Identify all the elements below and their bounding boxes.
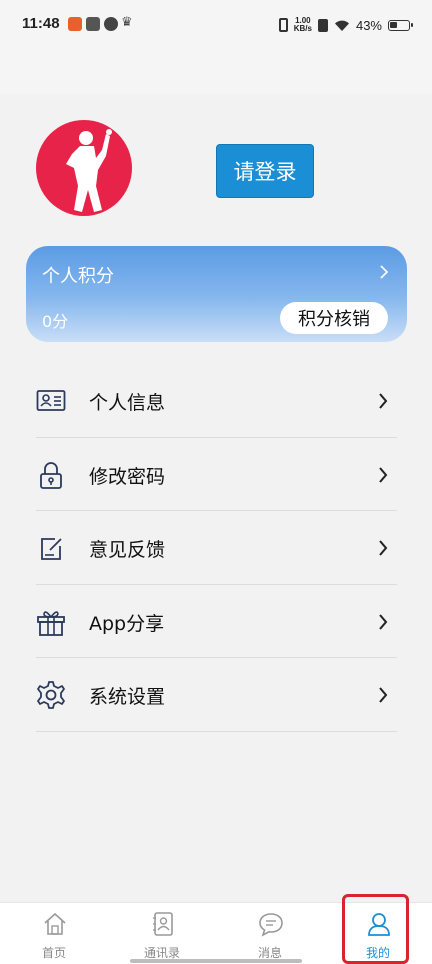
menu-item-label: 系统设置: [89, 686, 166, 708]
contacts-icon: [153, 912, 173, 936]
points-value: 0分: [42, 312, 69, 331]
user-icon: [368, 913, 390, 936]
chevron-right-icon: [380, 265, 389, 279]
notification-app-icon: [68, 17, 82, 31]
menu-item-system-settings[interactable]: 系统设置: [36, 658, 397, 732]
tab-mine[interactable]: 我的: [324, 903, 432, 964]
header-spacer: [0, 52, 432, 94]
message-icon: [259, 913, 283, 937]
battery-icon: [388, 19, 413, 31]
edit-icon: [41, 538, 62, 560]
tab-label: 首页: [41, 946, 66, 960]
menu-item-change-password[interactable]: 修改密码: [36, 438, 397, 511]
id-card-icon: [36, 390, 66, 411]
notification-app-icon: [104, 17, 118, 31]
gift-icon: [37, 610, 65, 636]
status-time: 11:48: [22, 15, 60, 32]
chevron-right-icon: [379, 393, 388, 409]
chevron-right-icon: [379, 613, 388, 630]
notification-app-icon: [86, 17, 100, 31]
chevron-right-icon: [379, 466, 388, 483]
net-speed-unit: KB/s: [293, 24, 312, 33]
net-speed: 1.00 KB/s: [294, 17, 312, 33]
chevron-right-icon: [379, 687, 388, 703]
menu-list: 个人信息 修改密码 意见反馈 App分享 系统设置: [36, 364, 397, 732]
redeem-points-button[interactable]: 积分核销: [280, 302, 388, 334]
points-title: 个人积分: [42, 266, 114, 287]
status-right: 1.00 KB/s 43%: [278, 14, 413, 36]
tab-contacts[interactable]: 通讯录: [108, 903, 216, 964]
crown-icon: ♛: [121, 15, 133, 30]
no-sim-icon: [317, 18, 328, 32]
chevron-right-icon: [379, 540, 388, 556]
avatar[interactable]: [36, 120, 132, 216]
home-icon: [44, 912, 66, 935]
wifi-icon: [334, 20, 349, 31]
menu-item-label: App分享: [89, 612, 165, 635]
gear-icon: [37, 681, 65, 709]
menu-item-app-share[interactable]: App分享: [36, 585, 397, 658]
tab-home[interactable]: 首页: [0, 903, 108, 964]
home-indicator: [130, 959, 302, 963]
battery-percent: 43%: [355, 17, 382, 33]
avatar-silhouette-icon: [66, 129, 112, 212]
tab-messages[interactable]: 消息: [216, 903, 324, 964]
status-bar: 11:48 ♛ 1.00 KB/s 43%: [0, 0, 432, 52]
menu-item-label: 个人信息: [89, 392, 166, 414]
bottom-tab-bar: 首页 通讯录 消息 我的: [0, 902, 432, 964]
menu-item-feedback[interactable]: 意见反馈: [36, 511, 397, 585]
menu-item-personal-info[interactable]: 个人信息: [36, 364, 397, 438]
vibrate-icon: [278, 18, 288, 32]
tab-label: 我的: [365, 946, 390, 960]
login-button[interactable]: 请登录: [216, 144, 314, 198]
lock-icon: [40, 461, 62, 489]
menu-item-label: 意见反馈: [89, 539, 166, 561]
menu-item-label: 修改密码: [89, 465, 166, 488]
